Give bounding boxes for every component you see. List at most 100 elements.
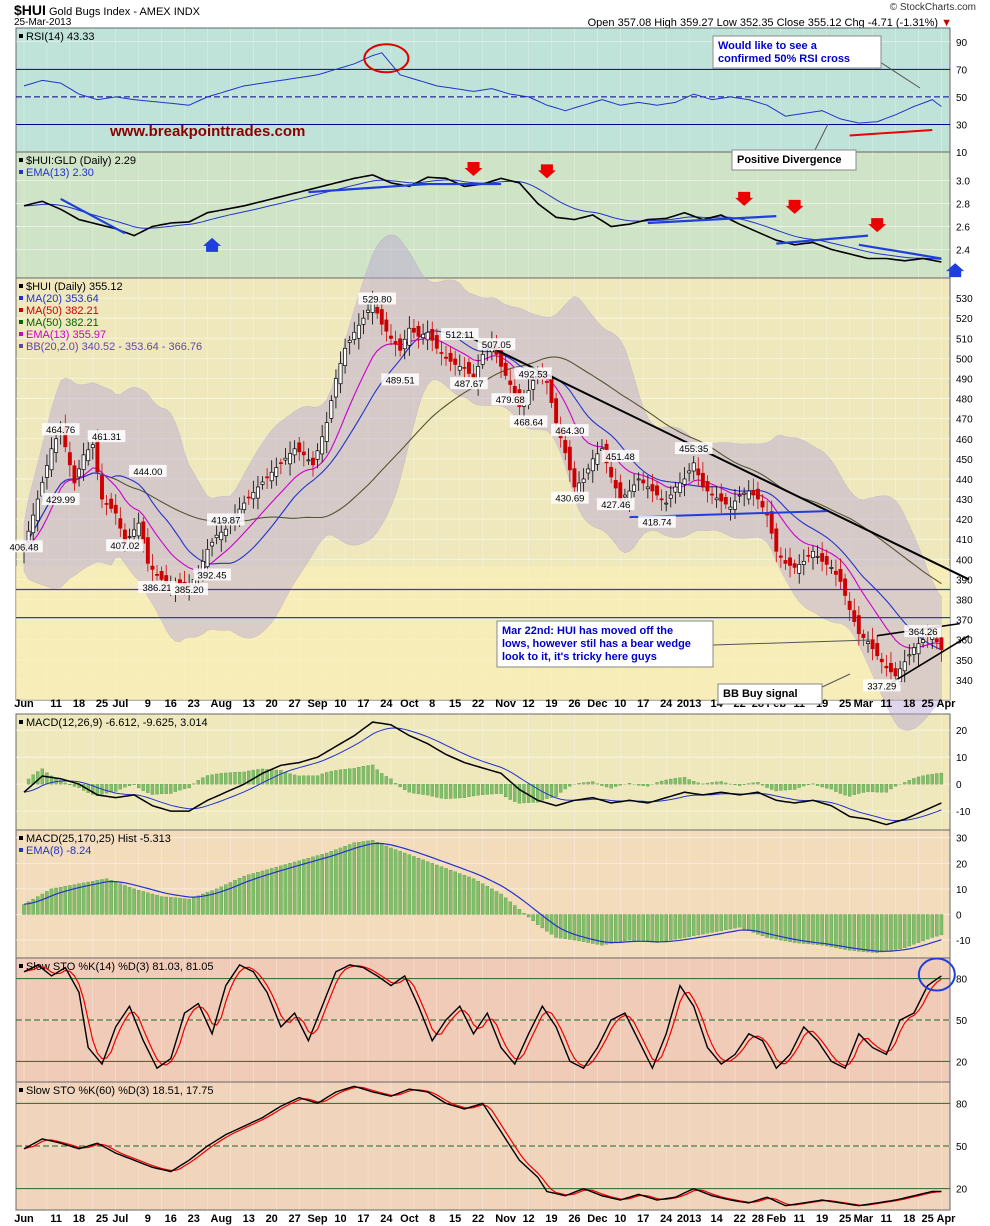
candle-body xyxy=(733,500,737,510)
x-tick-bottom: 19 xyxy=(816,1213,828,1225)
macd2-hist-bar xyxy=(852,914,857,951)
macd2-hist-bar xyxy=(178,898,182,915)
candle-body xyxy=(861,633,866,639)
wedge-note-text: Mar 22nd: HUI has moved off the xyxy=(502,625,673,637)
macd2-hist-bar xyxy=(682,914,687,938)
macd2-hist-bar xyxy=(742,914,746,930)
macd2-hist-bar xyxy=(324,852,329,915)
macd2-hist-bar xyxy=(430,863,434,915)
candle-body xyxy=(755,488,760,500)
macd1-hist-bar xyxy=(912,778,916,785)
x-tick-top: 13 xyxy=(243,698,255,710)
y-tick-price: 460 xyxy=(956,435,973,446)
y-tick-price: 490 xyxy=(956,374,973,385)
y-tick-rsi: 10 xyxy=(956,148,968,159)
candle-body xyxy=(778,555,783,558)
candle-body xyxy=(155,573,159,576)
macd2-hist-bar xyxy=(329,851,334,915)
macd1-hist-bar xyxy=(384,776,389,785)
macd1-hist-bar xyxy=(26,778,31,785)
macd1-hist-bar xyxy=(237,771,242,785)
macd2-hist-bar xyxy=(173,897,178,915)
candle-body xyxy=(457,366,462,371)
macd1-hist-bar xyxy=(393,783,398,785)
bb-note-text: BB Buy signal xyxy=(723,688,798,700)
y-tick-macd2: -10 xyxy=(956,936,971,947)
macd1-hist-bar xyxy=(705,782,710,785)
candle-body xyxy=(893,668,898,677)
macd1-hist-bar xyxy=(866,783,870,792)
macd1-hist-bar xyxy=(224,772,228,785)
y-tick-sto2: 50 xyxy=(956,1142,968,1153)
candle-body xyxy=(26,530,31,542)
x-tick-bottom: 11 xyxy=(793,1213,805,1225)
y-tick-macd1: 10 xyxy=(956,753,968,764)
candle-body xyxy=(939,637,944,651)
macd2-hist-bar xyxy=(925,914,930,940)
macd2-hist-bar xyxy=(558,914,563,939)
y-tick-price: 480 xyxy=(956,395,973,406)
macd2-hist-bar xyxy=(95,880,100,915)
candle-body xyxy=(384,319,389,332)
x-tick-top: 18 xyxy=(73,698,85,710)
macd1-hist-bar xyxy=(325,772,329,785)
macd2-hist-bar xyxy=(691,914,696,936)
macd2-hist-bar xyxy=(343,846,347,915)
macd1-hist-bar xyxy=(141,783,145,791)
candle-body xyxy=(760,500,765,508)
y-tick-macd2: 0 xyxy=(956,910,962,921)
macd2-hist-bar xyxy=(815,914,820,945)
macd2-hist-bar xyxy=(939,914,944,936)
macd2-hist-bar xyxy=(916,914,921,943)
candle-body xyxy=(411,327,416,333)
macd1-hist-bar xyxy=(834,783,838,792)
macd1-hist-bar xyxy=(710,782,714,785)
macd1-hist-bar xyxy=(825,783,829,789)
macd1-hist-bar xyxy=(292,774,297,785)
legend-swatch-price xyxy=(19,308,23,312)
macd1-hist-bar xyxy=(270,769,274,785)
macd1-hist-bar xyxy=(476,783,480,796)
macd1-hist-bar xyxy=(448,783,453,799)
macd2-hist-bar xyxy=(866,914,870,953)
macd2-hist-bar xyxy=(747,914,751,931)
macd1-hist-bar xyxy=(435,783,439,798)
x-tick-top: 2013 xyxy=(677,698,701,710)
y-tick-sto1: 20 xyxy=(956,1057,968,1068)
macd1-hist-bar xyxy=(852,783,856,795)
legend-swatch-price xyxy=(19,320,23,324)
x-tick-bottom: Nov xyxy=(495,1213,517,1225)
legend-macd1: MACD(12,26,9) -6.612, -9.625, 3.014 xyxy=(26,717,208,729)
candle-body xyxy=(242,502,247,510)
candle-body xyxy=(77,468,81,478)
macd2-hist-bar xyxy=(127,887,132,915)
candle-body xyxy=(797,564,802,574)
macd1-hist-bar xyxy=(485,783,489,795)
macd2-hist-bar xyxy=(453,871,457,915)
macd1-hist-bar xyxy=(916,776,921,785)
y-tick-macd1: -10 xyxy=(956,807,971,818)
candle-body xyxy=(737,494,742,497)
macd2-hist-bar xyxy=(724,914,728,930)
candle-body xyxy=(480,354,485,365)
macd2-hist-bar xyxy=(393,849,398,915)
macd2-hist-bar xyxy=(104,878,109,915)
candle-body xyxy=(145,537,150,564)
candle-body xyxy=(44,465,49,478)
candle-body xyxy=(655,485,659,496)
candle-body xyxy=(444,356,448,359)
macd1-hist-bar xyxy=(843,783,847,796)
candle-body xyxy=(31,514,36,534)
price-label: 419.87 xyxy=(211,515,240,526)
macd1-hist-bar xyxy=(242,771,246,785)
candle-body xyxy=(306,459,311,462)
macd2-hist-bar xyxy=(834,914,838,948)
macd2-hist-bar xyxy=(921,914,925,942)
macd1-hist-bar xyxy=(806,783,811,785)
macd2-hist-bar xyxy=(49,888,54,915)
macd1-hist-bar xyxy=(692,781,696,785)
x-tick-bottom: 20 xyxy=(266,1213,278,1225)
x-tick-bottom: Sep xyxy=(307,1213,327,1225)
x-tick-top: Oct xyxy=(400,698,419,710)
macd1-hist-bar xyxy=(669,778,673,785)
